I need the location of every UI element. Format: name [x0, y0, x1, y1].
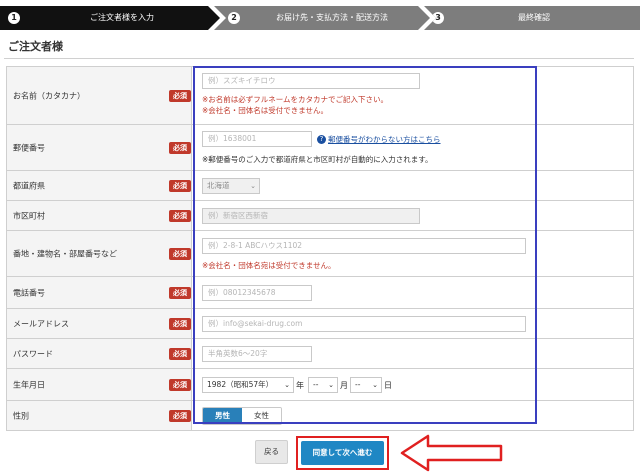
address-label: 番地・建物名・部屋番号など — [13, 249, 117, 258]
question-icon: ? — [317, 135, 326, 144]
password-input[interactable]: 半角英数6～20字 — [202, 346, 312, 362]
chevron-down-icon: ⌄ — [372, 381, 378, 389]
birth-day-value: -- — [355, 380, 361, 389]
phone-input[interactable]: 例）08012345678 — [202, 285, 312, 301]
prefecture-label: 都道府県 — [13, 181, 45, 190]
row-password: パスワード 必須 半角英数6～20字 — [6, 339, 634, 369]
required-badge: 必須 — [169, 317, 191, 330]
row-address: 番地・建物名・部屋番号など 必須 例）2-8-1 ABCハウス1102 ※会社名… — [6, 231, 634, 277]
gender-female-option[interactable]: 女性 — [242, 408, 281, 424]
zip-label: 郵便番号 — [13, 143, 45, 152]
step-3-label: 最終確認 — [518, 13, 550, 22]
month-unit: 月 — [340, 381, 348, 390]
gender-label: 性別 — [13, 411, 29, 420]
step-progress-bar: 1 ご注文者様を入力 2 お届け先・支払方法・配送方法 3 最終確認 — [0, 6, 640, 30]
city-label: 市区町村 — [13, 211, 45, 220]
required-badge: 必須 — [169, 247, 191, 260]
prefecture-value: 北海道 — [207, 181, 230, 190]
name-note-2: ※会社名・団体名は受付できません。 — [202, 106, 329, 115]
row-phone: 電話番号 必須 例）08012345678 — [6, 277, 634, 309]
required-badge: 必須 — [169, 347, 191, 360]
name-note-1: ※お名前は必ずフルネームをカタカナでご記入下さい。 — [202, 95, 389, 104]
birth-month-value: -- — [313, 380, 319, 389]
zip-note: ※郵便番号のご入力で都道府県と市区町村が自動的に入力されます。 — [202, 155, 433, 164]
year-unit: 年 — [296, 381, 304, 390]
zip-input[interactable]: 例）1638001 — [202, 131, 312, 147]
birth-year-value: 1982（昭和57年） — [207, 380, 274, 389]
required-badge: 必須 — [169, 286, 191, 299]
row-email: メールアドレス 必須 例）info@sekai-drug.com — [6, 309, 634, 339]
step-3: 3 最終確認 — [424, 6, 640, 30]
step-1-current: 1 ご注文者様を入力 — [0, 6, 220, 30]
city-input[interactable]: 例）新宿区西新宿 — [202, 208, 420, 224]
required-badge: 必須 — [169, 209, 191, 222]
chevron-down-icon: ⌄ — [328, 381, 334, 389]
row-birthday: 生年月日 必須 1982（昭和57年） ⌄ 年 -- ⌄ 月 -- ⌄ 日 — [6, 369, 634, 401]
gender-toggle: 男性 女性 — [202, 407, 282, 425]
birth-month-select[interactable]: -- ⌄ — [308, 377, 338, 393]
day-unit: 日 — [384, 381, 392, 390]
chevron-down-icon: ⌄ — [250, 182, 256, 190]
row-city: 市区町村 必須 例）新宿区西新宿 — [6, 201, 634, 231]
pointer-arrow-icon — [400, 434, 503, 472]
step-2-label: お届け先・支払方法・配送方法 — [276, 13, 388, 22]
section-title: ご注文者様 — [8, 40, 63, 53]
birth-year-select[interactable]: 1982（昭和57年） ⌄ — [202, 377, 294, 393]
row-prefecture: 都道府県 必須 北海道 ⌄ — [6, 171, 634, 201]
section-divider — [4, 58, 634, 59]
step-1-label: ご注文者様を入力 — [90, 13, 154, 22]
row-zip: 郵便番号 必須 例）1638001 ? 郵便番号がわからない方はこちら ※郵便番… — [6, 125, 634, 171]
password-label: パスワード — [13, 349, 53, 358]
address-note: ※会社名・団体名宛は受付できません。 — [202, 261, 336, 270]
row-name: お名前（カタカナ） 必須 例）スズキイチロウ ※お名前は必ずフルネームをカタカナ… — [6, 67, 634, 125]
step-2-number: 2 — [228, 12, 240, 24]
required-badge: 必須 — [169, 141, 191, 154]
birth-day-select[interactable]: -- ⌄ — [350, 377, 382, 393]
step-2: 2 お届け先・支払方法・配送方法 — [214, 6, 430, 30]
birthday-label: 生年月日 — [13, 380, 45, 389]
required-badge: 必須 — [169, 179, 191, 192]
required-badge: 必須 — [169, 378, 191, 391]
name-input[interactable]: 例）スズキイチロウ — [202, 73, 420, 89]
required-badge: 必須 — [169, 89, 191, 102]
required-badge: 必須 — [169, 409, 191, 422]
step-1-number: 1 — [8, 12, 20, 24]
agree-next-button[interactable]: 同意して次へ進む — [301, 441, 384, 465]
prefecture-select[interactable]: 北海道 ⌄ — [202, 178, 260, 194]
gender-male-option[interactable]: 男性 — [203, 408, 242, 424]
back-button[interactable]: 戻る — [255, 440, 288, 464]
name-label: お名前（カタカナ） — [13, 91, 85, 100]
address-input[interactable]: 例）2-8-1 ABCハウス1102 — [202, 238, 526, 254]
email-input[interactable]: 例）info@sekai-drug.com — [202, 316, 526, 332]
row-gender: 性別 必須 男性 女性 — [6, 401, 634, 431]
orderer-form: お名前（カタカナ） 必須 例）スズキイチロウ ※お名前は必ずフルネームをカタカナ… — [6, 66, 634, 431]
chevron-down-icon: ⌄ — [284, 381, 290, 389]
zip-help-link[interactable]: 郵便番号がわからない方はこちら — [328, 134, 441, 145]
email-label: メールアドレス — [13, 319, 69, 328]
phone-label: 電話番号 — [13, 288, 45, 297]
step-3-number: 3 — [432, 12, 444, 24]
